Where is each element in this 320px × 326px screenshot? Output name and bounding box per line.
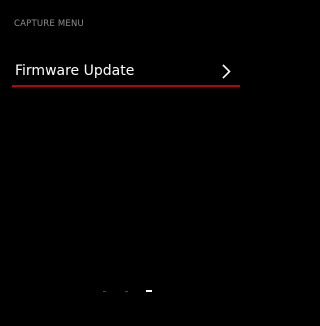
page-dot-1 — [103, 291, 106, 292]
camera-menu-screen: CAPTURE MENU Firmware Update — [0, 0, 244, 326]
page-indicator — [0, 289, 244, 295]
page-dot-3-active — [146, 290, 152, 292]
chevron-right-icon — [222, 64, 231, 79]
selection-highlight-line — [12, 85, 240, 87]
menu-item-firmware-update[interactable]: Firmware Update — [12, 58, 240, 90]
menu-title: CAPTURE MENU — [14, 19, 84, 29]
menu-item-label: Firmware Update — [15, 63, 135, 79]
page-dot-2 — [125, 291, 128, 292]
